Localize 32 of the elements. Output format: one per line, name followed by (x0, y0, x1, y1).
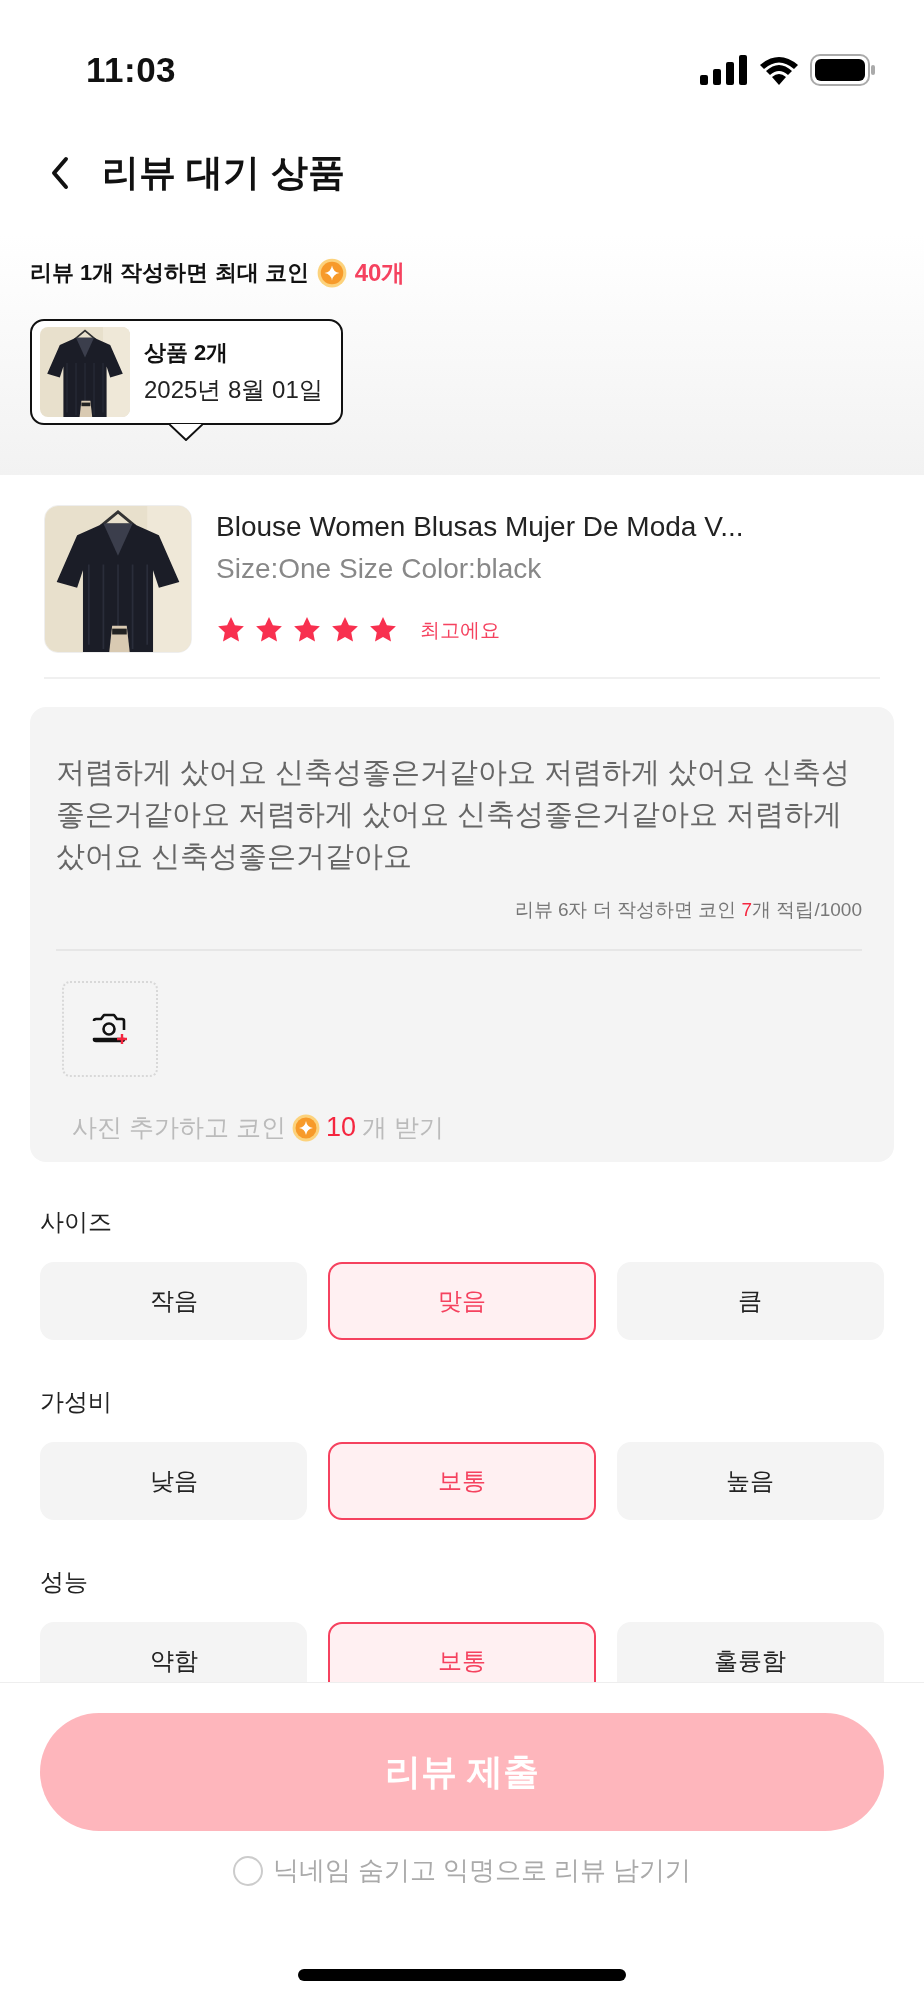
reward-text: 리뷰 1개 작성하면 최대 코인 (30, 259, 309, 287)
coin-amount: 10 (325, 1112, 356, 1143)
page-title: 리뷰 대기 상품 (102, 150, 345, 195)
wifi-icon (758, 55, 800, 85)
option-button[interactable]: 낮음 (40, 1442, 308, 1520)
product-count: 상품 2개 (144, 339, 230, 367)
coin-amount: 40개 (354, 258, 406, 288)
back-icon[interactable] (50, 155, 70, 190)
rating-label: 최고에요 (420, 617, 500, 643)
order-date: 2025년 8월 01일 (144, 375, 323, 405)
option-group-label: 사이즈 (40, 1207, 112, 1237)
radio-button[interactable] (232, 1855, 263, 1886)
review-counter: 리뷰 6자 더 작성하면 코인 7개 적립/1000 (514, 898, 862, 922)
camera-plus-icon (91, 1012, 129, 1046)
option-button[interactable]: 훌륭함 (616, 1622, 884, 1682)
option-group-label: 가성비 (40, 1387, 112, 1417)
signal-icon (700, 55, 748, 85)
photo-hint: 사진 추가하고 코인 (72, 1112, 286, 1143)
coin-icon (291, 1113, 320, 1142)
option-button[interactable]: 약함 (40, 1622, 308, 1682)
option-group-label: 성능 (40, 1567, 88, 1597)
status-time: 11:03 (86, 50, 177, 90)
option-button[interactable]: 작음 (40, 1262, 308, 1340)
product-variant: Size:One Size Color:black (216, 553, 542, 585)
battery-icon (810, 54, 876, 86)
option-button[interactable]: 높음 (616, 1442, 884, 1520)
add-photo-button[interactable] (62, 981, 158, 1077)
product-title: Blouse Women Blusas Mujer De Moda V... (216, 511, 744, 543)
option-button[interactable]: 큼 (616, 1262, 884, 1340)
photo-hint-suffix: 개 받기 (361, 1112, 444, 1143)
review-input[interactable]: 저렴하게 샀어요 신축성좋은거같아요 저렴하게 샀어요 신축성좋은거같아요 저렴하게 샀어요 신축성좋은거같아요 저렴하게 샀어요 신축성좋은거같아요 (56, 751, 862, 893)
coin-icon (316, 258, 347, 288)
